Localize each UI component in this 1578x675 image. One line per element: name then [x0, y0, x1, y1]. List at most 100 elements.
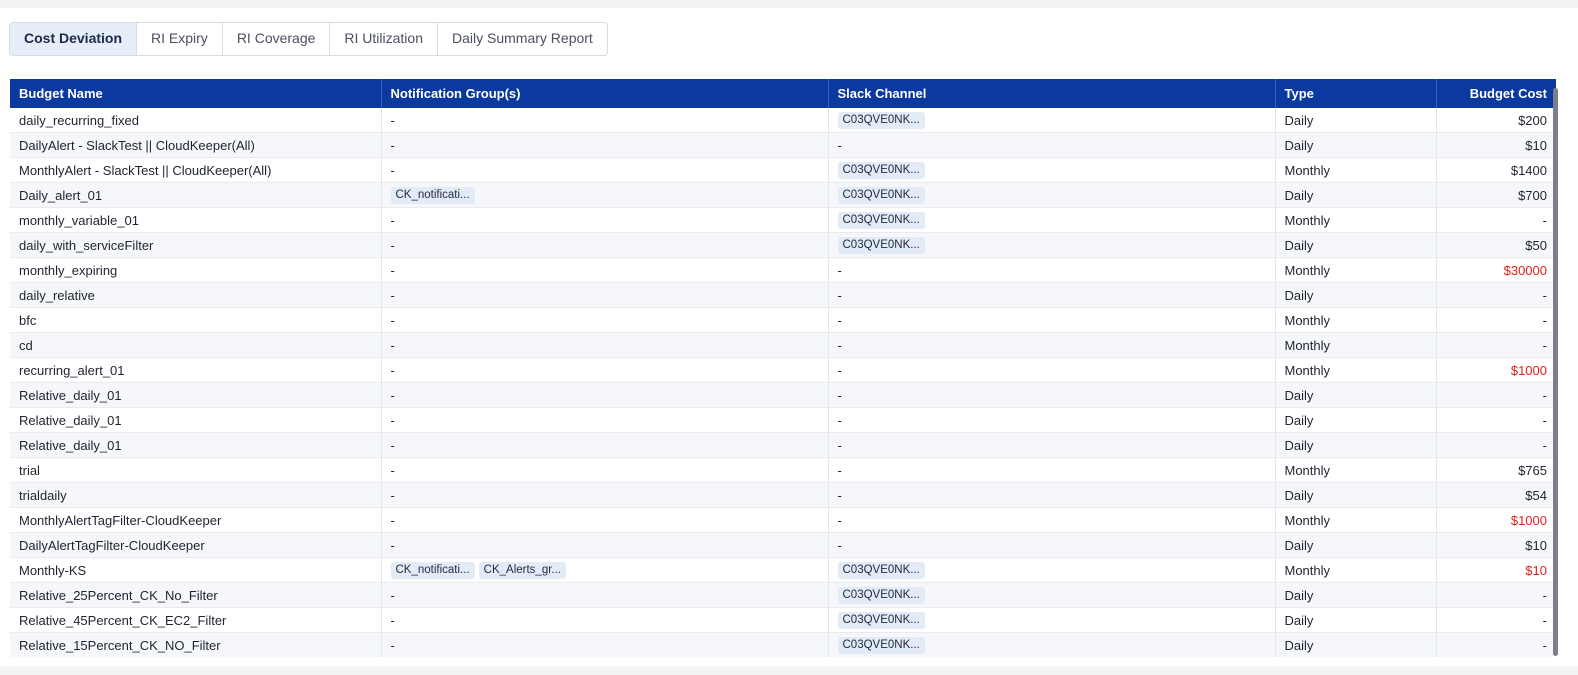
- table-row[interactable]: Monthly-KS CK_notificati... CK_Alerts_gr..…: [10, 557, 1556, 583]
- table-row[interactable]: Relative_15Percent_CK_NO_Filter - C03QVE0N…: [10, 632, 1556, 657]
- table-row[interactable]: DailyAlert - SlackTest || CloudKeeper(Al…: [10, 132, 1556, 158]
- budget-cost-cell: $1400: [1436, 157, 1556, 183]
- budget-name-cell: daily_with_serviceFilter: [10, 232, 382, 258]
- column-header-slack-channel[interactable]: Slack Channel: [828, 79, 1276, 108]
- table-row[interactable]: MonthlyAlert - SlackTest || CloudKeeper(…: [10, 157, 1556, 183]
- table-row[interactable]: monthly_variable_01- C03QVE0NK... Monthly -: [10, 207, 1556, 233]
- budget-cost-cell: -: [1436, 207, 1556, 233]
- slack-channel-cell: -: [828, 457, 1276, 483]
- notification-groups-cell: -: [381, 382, 829, 408]
- table-row[interactable]: bfc - - Monthly -: [10, 307, 1556, 333]
- table-row[interactable]: trialdaily - - Daily $54: [10, 482, 1556, 508]
- type-cell: Monthly: [1275, 557, 1437, 583]
- table-row[interactable]: daily_with_serviceFilter - C03QVE0NK... Dai…: [10, 232, 1556, 258]
- slack-channel-cell: -: [828, 307, 1276, 333]
- notification-group-chip[interactable]: CK_Alerts_gr...: [478, 561, 566, 579]
- budget-name-cell: trial: [10, 457, 382, 483]
- tab-ri-coverage[interactable]: RI Coverage: [223, 23, 331, 55]
- slack-channel-chip[interactable]: C03QVE0NK...: [837, 561, 925, 579]
- type-cell: Monthly: [1275, 357, 1437, 383]
- slack-channel-chip[interactable]: C03QVE0NK...: [837, 636, 925, 654]
- table-row[interactable]: Relative_daily_01- - Daily -: [10, 432, 1556, 458]
- table-row[interactable]: Relative_daily_01- - Daily -: [10, 407, 1556, 433]
- column-header-budget-cost[interactable]: Budget Cost: [1436, 79, 1556, 108]
- slack-channel-cell: C03QVE0NK...: [828, 557, 1276, 583]
- slack-channel-cell: -: [828, 357, 1276, 383]
- budget-cost-cell: $765: [1436, 457, 1556, 483]
- slack-channel-chip[interactable]: C03QVE0NK...: [837, 186, 925, 204]
- slack-channel-cell: -: [828, 282, 1276, 308]
- budget-cost-cell: $1000: [1436, 507, 1556, 533]
- slack-channel-chip[interactable]: C03QVE0NK...: [837, 161, 925, 179]
- budget-table: Budget Name Notification Group(s) Slack …: [10, 79, 1556, 657]
- type-cell: Daily: [1275, 632, 1437, 657]
- table-row[interactable]: Daily_alert_01 CK_notificati... C03QVE0NK.…: [10, 182, 1556, 208]
- tab-daily-summary-report[interactable]: Daily Summary Report: [438, 23, 607, 55]
- type-cell: Daily: [1275, 532, 1437, 558]
- table-row[interactable]: daily_recurring_fixed - C03QVE0NK... Daily $…: [10, 108, 1556, 133]
- table-scrollbar[interactable]: [1553, 88, 1558, 656]
- notification-group-chip[interactable]: CK_notificati...: [390, 561, 475, 579]
- slack-channel-chip[interactable]: C03QVE0NK...: [837, 586, 925, 604]
- tab-ri-utilization[interactable]: RI Utilization: [330, 23, 438, 55]
- budget-cost-cell: $54: [1436, 482, 1556, 508]
- notification-groups-cell: -: [381, 207, 829, 233]
- slack-channel-chip[interactable]: C03QVE0NK...: [837, 611, 925, 629]
- budget-name-cell: DailyAlertTagFilter-CloudKeeper: [10, 532, 382, 558]
- slack-channel-cell: -: [828, 132, 1276, 158]
- table-row[interactable]: recurring_alert_01- - Monthly $1000: [10, 357, 1556, 383]
- budget-name-cell: bfc: [10, 307, 382, 333]
- budget-alerts-panel: Cost Deviation RI Expiry RI Coverage RI …: [0, 8, 1578, 666]
- budget-cost-cell: $700: [1436, 182, 1556, 208]
- notification-groups-cell: -: [381, 607, 829, 633]
- table-row[interactable]: trial - - Monthly $765: [10, 457, 1556, 483]
- table-row[interactable]: monthly_expiring - - Monthly $30000: [10, 257, 1556, 283]
- type-cell: Daily: [1275, 282, 1437, 308]
- type-cell: Daily: [1275, 108, 1437, 133]
- notification-groups-cell: -: [381, 432, 829, 458]
- notification-group-chip[interactable]: CK_notificati...: [390, 186, 475, 204]
- table-row[interactable]: daily_relative - - Daily -: [10, 282, 1556, 308]
- table-row[interactable]: Relative_daily_01- - Daily -: [10, 382, 1556, 408]
- budget-name-cell: Relative_45Percent_CK_EC2_Filter: [10, 607, 382, 633]
- notification-groups-cell: -: [381, 307, 829, 333]
- notification-groups-cell: CK_notificati...: [381, 182, 829, 208]
- column-header-type[interactable]: Type: [1275, 79, 1437, 108]
- table-row[interactable]: Relative_45Percent_CK_EC2_Filter - C03QVE0…: [10, 607, 1556, 633]
- notification-groups-cell: -: [381, 457, 829, 483]
- budget-name-cell: DailyAlert - SlackTest || CloudKeeper(Al…: [10, 132, 382, 158]
- slack-channel-cell: -: [828, 332, 1276, 358]
- budget-name-cell: Daily_alert_01: [10, 182, 382, 208]
- budget-cost-cell: -: [1436, 382, 1556, 408]
- type-cell: Monthly: [1275, 257, 1437, 283]
- budget-cost-cell: -: [1436, 307, 1556, 333]
- type-cell: Monthly: [1275, 307, 1437, 333]
- slack-channel-chip[interactable]: C03QVE0NK...: [837, 111, 925, 129]
- notification-groups-cell: -: [381, 532, 829, 558]
- notification-groups-cell: -: [381, 157, 829, 183]
- type-cell: Monthly: [1275, 157, 1437, 183]
- slack-channel-cell: C03QVE0NK...: [828, 157, 1276, 183]
- table-header-row: Budget Name Notification Group(s) Slack …: [10, 79, 1556, 108]
- table-row[interactable]: Relative_25Percent_CK_No_Filter - C03QVE0N…: [10, 582, 1556, 608]
- budget-name-cell: monthly_expiring: [10, 257, 382, 283]
- tab-cost-deviation[interactable]: Cost Deviation: [10, 23, 138, 55]
- table-row[interactable]: DailyAlertTagFilter-CloudKeeper - - Daily $1…: [10, 532, 1556, 558]
- slack-channel-cell: C03QVE0NK...: [828, 632, 1276, 657]
- notification-groups-cell: -: [381, 482, 829, 508]
- column-header-notification-groups[interactable]: Notification Group(s): [381, 79, 829, 108]
- budget-cost-cell: -: [1436, 432, 1556, 458]
- budget-cost-cell: -: [1436, 332, 1556, 358]
- column-header-budget-name[interactable]: Budget Name: [10, 79, 382, 108]
- slack-channel-chip[interactable]: C03QVE0NK...: [837, 236, 925, 254]
- budget-name-cell: MonthlyAlertTagFilter-CloudKeeper: [10, 507, 382, 533]
- slack-channel-cell: C03QVE0NK...: [828, 582, 1276, 608]
- table-row[interactable]: MonthlyAlertTagFilter-CloudKeeper - - Month…: [10, 507, 1556, 533]
- table-row[interactable]: cd - - Monthly -: [10, 332, 1556, 358]
- tab-ri-expiry[interactable]: RI Expiry: [137, 23, 223, 55]
- notification-groups-cell: CK_notificati... CK_Alerts_gr...: [381, 557, 829, 583]
- type-cell: Daily: [1275, 182, 1437, 208]
- slack-channel-cell: -: [828, 382, 1276, 408]
- type-cell: Monthly: [1275, 507, 1437, 533]
- slack-channel-chip[interactable]: C03QVE0NK...: [837, 211, 925, 229]
